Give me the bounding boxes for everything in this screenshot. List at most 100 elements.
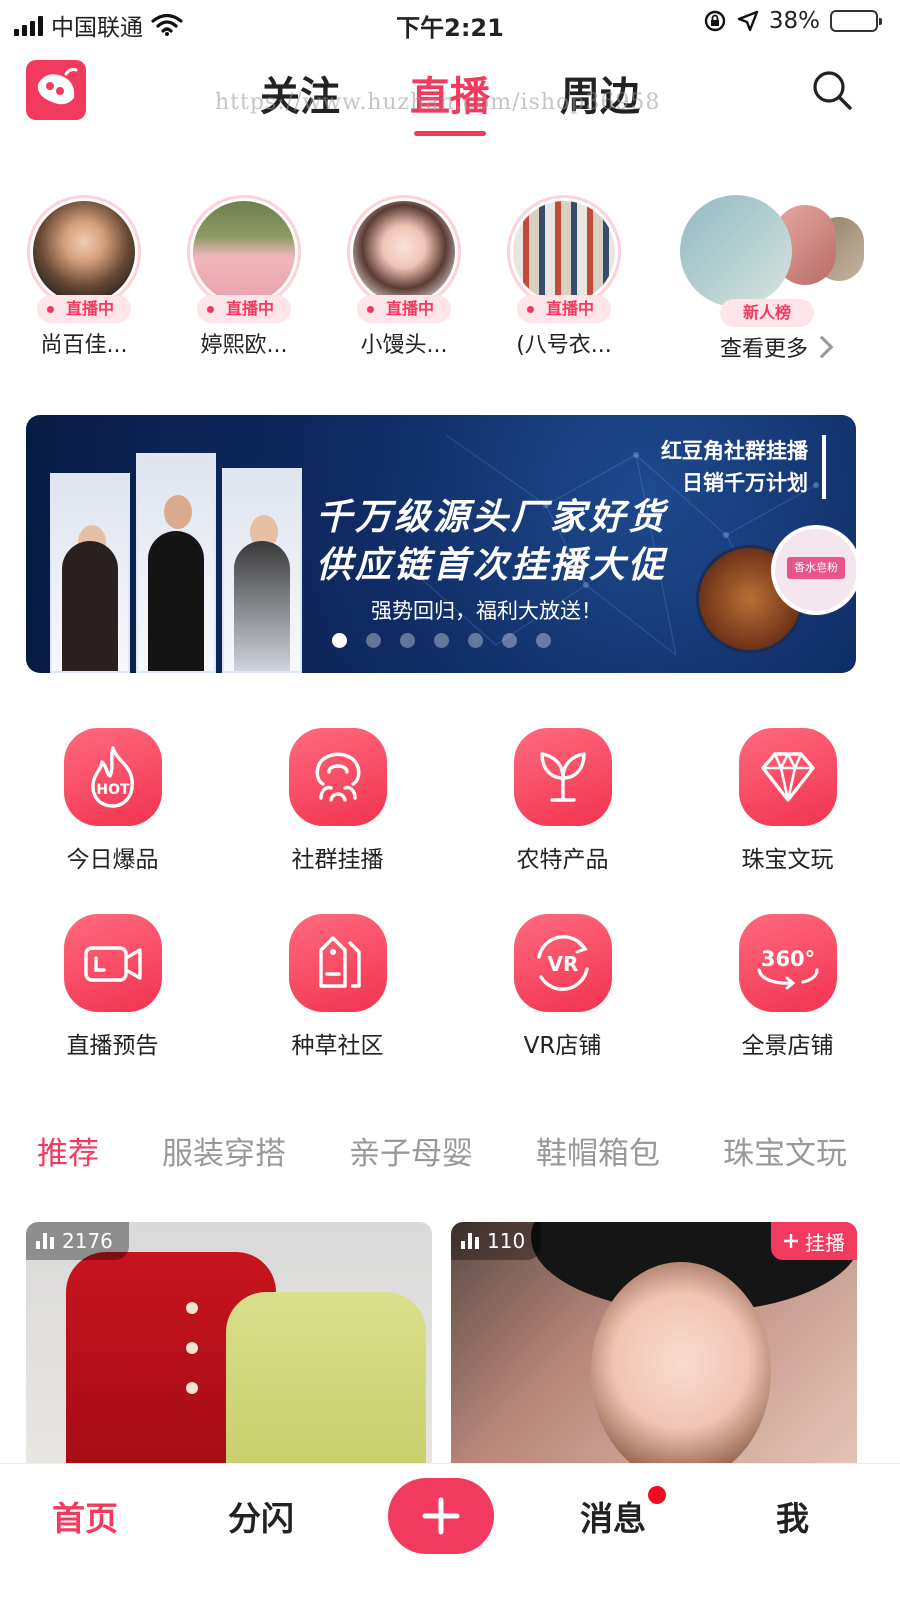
streamer-name: 小馒头... [360, 333, 448, 358]
carousel-dot[interactable] [400, 633, 415, 648]
button-dot [186, 1342, 198, 1354]
avatar-ring [347, 195, 461, 309]
bottom-nav-messages[interactable]: 消息 [580, 1492, 646, 1540]
banner-photo-card [136, 453, 216, 673]
stacked-avatars: 新人榜 [680, 195, 870, 327]
carousel-dot[interactable] [468, 633, 483, 648]
carousel-dot[interactable] [434, 633, 449, 648]
live-streamer-item[interactable]: 直播中 (八号衣... [504, 195, 624, 359]
carousel-dot[interactable] [502, 633, 517, 648]
viewer-count: 2176 [62, 1229, 113, 1253]
add-hang-broadcast-button[interactable]: 挂播 [771, 1222, 857, 1260]
category-specialty-produce[interactable]: 农特产品 [450, 728, 675, 874]
tab-shoes-bags[interactable]: 鞋帽箱包 [536, 1128, 660, 1198]
banner-subtitle: 强势回归，福利大放送！ [371, 599, 602, 623]
green-dress-image [226, 1292, 426, 1467]
live-streamer-item[interactable]: 直播中 婷熙欧... [184, 195, 304, 359]
banner-photo-card [50, 473, 130, 673]
carousel-dot[interactable] [536, 633, 551, 648]
bottom-nav-flash[interactable]: 分闪 [228, 1492, 294, 1540]
avatar [33, 201, 135, 303]
tab-jewelry[interactable]: 珠宝文玩 [723, 1128, 847, 1198]
promo-banner[interactable]: 红豆角社群挂播 日销千万计划 千万级源头厂家好货 供应链首次挂播大促 强势回归，… [26, 415, 856, 673]
panorama-360-icon: 360° [738, 914, 837, 1012]
category-panorama-store[interactable]: 360° 全景店铺 [675, 914, 900, 1060]
live-card[interactable]: 110 挂播 [451, 1222, 857, 1467]
category-vr-store[interactable]: VR VR店铺 [450, 914, 675, 1060]
category-hot-today[interactable]: HOT 今日爆品 [0, 728, 225, 874]
view-more-rankings[interactable]: 新人榜 查看更多 [675, 195, 875, 363]
live-streamer-item[interactable]: 直播中 小馒头... [344, 195, 464, 359]
view-more-link[interactable]: 查看更多 [675, 331, 875, 363]
tab-clothing[interactable]: 服装穿搭 [162, 1128, 286, 1198]
diamond-icon [738, 728, 837, 826]
create-button[interactable] [388, 1478, 494, 1554]
live-streamers-row: 直播中 尚百佳... 直播中 婷熙欧... 直播中 小馒头... 直播中 (八号… [0, 195, 900, 375]
video-camera-icon [63, 914, 162, 1012]
streamer-name: (八号衣... [516, 333, 612, 358]
avatar [680, 195, 792, 307]
category-jewelry[interactable]: 珠宝文玩 [675, 728, 900, 874]
person-figure [62, 541, 118, 671]
live-card[interactable]: 2176 [26, 1222, 432, 1467]
viewer-count-badge: 110 [451, 1222, 542, 1260]
content-category-tabs: 推荐 服装穿搭 亲子母婴 鞋帽箱包 珠宝文玩 [37, 1128, 900, 1198]
live-badge: 直播中 [37, 295, 131, 323]
live-badge: 直播中 [197, 295, 291, 323]
carousel-dots [332, 633, 551, 648]
category-label: VR店铺 [523, 1033, 602, 1059]
viewer-count: 110 [487, 1229, 526, 1253]
tab-recommended[interactable]: 推荐 [37, 1128, 99, 1198]
person-head [164, 495, 192, 529]
top-nav: 关注 直播 周边 https://www.huzhan.com/ishop369… [0, 50, 900, 145]
chevron-right-icon [810, 335, 834, 359]
category-label: 全景店铺 [741, 1033, 834, 1059]
category-label: 珠宝文玩 [741, 847, 834, 873]
bottom-nav-me[interactable]: 我 [776, 1492, 809, 1540]
battery-percent: 38% [768, 8, 820, 34]
sprout-icon [513, 728, 612, 826]
bottom-nav: 首页 分闪 消息 我 [0, 1463, 900, 1600]
avatar-ring [187, 195, 301, 309]
viewer-count-badge: 2176 [26, 1222, 129, 1260]
battery-icon [830, 10, 882, 32]
banner-title-line: 千万级源头厂家好货 [316, 496, 668, 538]
hot-text: HOT [96, 782, 130, 798]
tab-parenting[interactable]: 亲子母婴 [349, 1128, 473, 1198]
streamer-name: 尚百佳... [40, 333, 128, 358]
hang-broadcast-label: 挂播 [805, 1230, 845, 1255]
view-more-label: 查看更多 [719, 337, 808, 362]
banner-title-line: 供应链首次挂播大促 [316, 544, 668, 586]
category-seeding-community[interactable]: 种草社区 [225, 914, 450, 1060]
product-label: 香水皂粉 [787, 557, 845, 579]
carousel-dot[interactable] [366, 633, 381, 648]
category-label: 社群挂播 [291, 847, 384, 873]
live-badge: 直播中 [517, 295, 611, 323]
category-live-preview[interactable]: 直播预告 [0, 914, 225, 1060]
panorama-text: 360° [760, 947, 814, 971]
avatar [353, 201, 455, 303]
category-label: 直播预告 [66, 1033, 159, 1059]
streamer-name: 婷熙欧... [200, 333, 288, 358]
live-streamer-item[interactable]: 直播中 尚百佳... [24, 195, 144, 359]
live-badge: 直播中 [357, 295, 451, 323]
tag-icon [288, 914, 387, 1012]
category-community[interactable]: 社群挂播 [225, 728, 450, 874]
person-figure [148, 531, 204, 671]
viewers-bars-icon [461, 1233, 479, 1249]
community-icon [288, 728, 387, 826]
banner-corner-text: 红豆角社群挂播 日销千万计划 [661, 435, 826, 499]
avatar [513, 201, 615, 303]
product-image: 香水皂粉 [771, 525, 856, 615]
avatar [193, 201, 295, 303]
unread-badge-dot [648, 1486, 666, 1504]
plus-icon [422, 1497, 460, 1535]
carousel-dot[interactable] [332, 633, 347, 648]
orientation-lock-icon [704, 10, 726, 32]
vr-icon: VR [513, 914, 612, 1012]
search-icon[interactable] [810, 68, 854, 112]
avatar-ring [27, 195, 141, 309]
watermark: https://www.huzhan.com/ishop36958 [215, 90, 661, 115]
bottom-nav-home[interactable]: 首页 [52, 1492, 118, 1540]
live-feed: 2176 110 挂播 [0, 1222, 900, 1467]
